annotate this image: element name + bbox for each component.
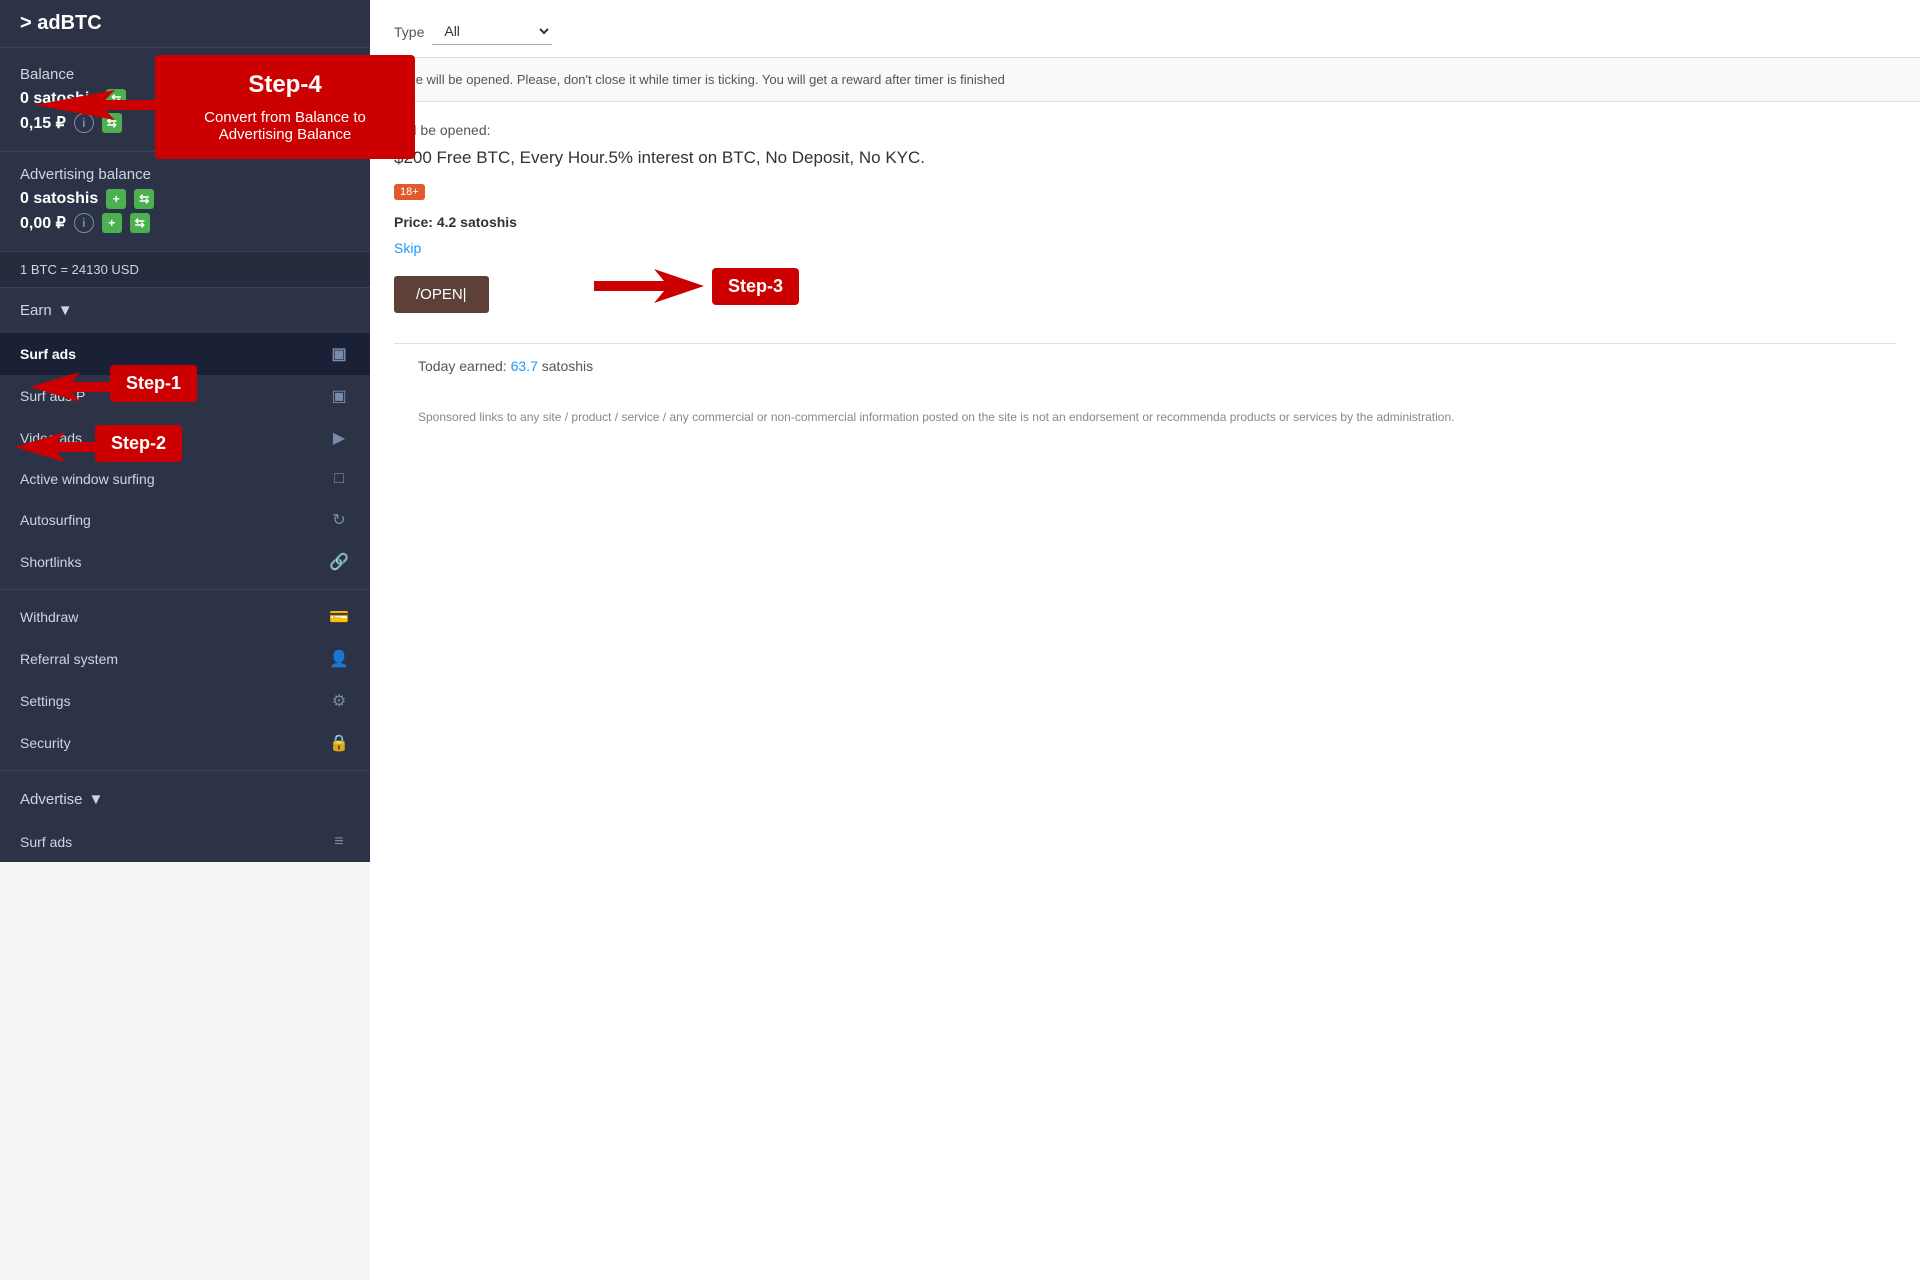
adv-balance-satoshis: 0 satoshis bbox=[20, 190, 98, 208]
earn-nav-section: Earn ▼ Surf ads ▣ Surf ads P ▣ Video ads… bbox=[0, 288, 370, 583]
adv-ruble-add-icon[interactable]: + bbox=[102, 213, 122, 233]
settings-label: Settings bbox=[20, 693, 328, 709]
surf-ads-p-label: Surf ads P bbox=[20, 388, 328, 404]
ad-title: $200 Free BTC, Every Hour.5% interest on… bbox=[394, 148, 1896, 168]
step3-badge: Step-3 bbox=[712, 268, 799, 305]
monitor-icon: ▣ bbox=[328, 344, 350, 364]
ad-info-banner: page will be opened. Please, don't close… bbox=[370, 58, 1920, 102]
btc-rate: 1 BTC = 24130 USD bbox=[0, 252, 370, 288]
sponsored-text: Sponsored links to any site / product / … bbox=[394, 388, 1896, 446]
active-window-label: Active window surfing bbox=[20, 471, 328, 487]
sidebar-item-withdraw[interactable]: Withdraw 💳 bbox=[0, 596, 370, 638]
earn-label: Earn bbox=[20, 302, 52, 319]
today-earned-amount: 63.7 bbox=[511, 358, 538, 374]
earn-menu-header[interactable]: Earn ▼ bbox=[0, 288, 370, 333]
today-earned-unit: satoshis bbox=[542, 358, 593, 374]
window-icon: □ bbox=[328, 470, 350, 488]
today-earned-section: Today earned: 63.7 satoshis bbox=[394, 343, 1896, 388]
price-row: Price: 4.2 satoshis bbox=[394, 214, 1896, 230]
sidebar-item-referral[interactable]: Referral system 👤 bbox=[0, 638, 370, 680]
security-label: Security bbox=[20, 735, 328, 751]
monitor2-icon: ▣ bbox=[328, 386, 350, 406]
balance-section: Balance 0 satoshis ⇆ 0,15 ₽ i ⇆ bbox=[0, 48, 370, 152]
advertise-surf-ads-label: Surf ads bbox=[20, 834, 328, 850]
adv-ruble-convert-icon[interactable]: ⇆ bbox=[130, 213, 150, 233]
step3-arrow bbox=[594, 261, 704, 311]
balance-rubles: 0,15 ₽ bbox=[20, 113, 66, 133]
withdraw-label: Withdraw bbox=[20, 609, 328, 625]
sidebar-item-autosurfing[interactable]: Autosurfing ↻ bbox=[0, 499, 370, 541]
advertising-balance-section: Advertising balance 0 satoshis + ⇆ 0,00 … bbox=[0, 152, 370, 252]
link-icon: 🔗 bbox=[328, 552, 350, 572]
price-label: Price: bbox=[394, 214, 433, 230]
autosurfing-label: Autosurfing bbox=[20, 512, 328, 528]
earn-chevron-icon: ▼ bbox=[58, 302, 73, 319]
sidebar-item-advertise-surf-ads[interactable]: Surf ads ≡ bbox=[0, 822, 370, 862]
adv-balance-add-icon[interactable]: + bbox=[106, 189, 126, 209]
wallet-icon: 💳 bbox=[328, 607, 350, 627]
balance-ruble-convert-icon[interactable]: ⇆ bbox=[102, 113, 122, 133]
refresh-icon: ↻ bbox=[328, 510, 350, 530]
sidebar-item-active-window[interactable]: Active window surfing □ bbox=[0, 459, 370, 499]
sidebar-item-surf-ads-p[interactable]: Surf ads P ▣ bbox=[0, 375, 370, 417]
balance-label: Balance bbox=[20, 66, 350, 83]
step3-annotation: Step-3 bbox=[594, 261, 799, 311]
type-label: Type bbox=[394, 24, 424, 40]
balance-convert-icon[interactable]: ⇆ bbox=[106, 89, 126, 109]
lock-icon: 🔒 bbox=[328, 733, 350, 753]
adv-balance-rubles: 0,00 ₽ bbox=[20, 213, 66, 233]
sidebar-item-shortlinks[interactable]: Shortlinks 🔗 bbox=[0, 541, 370, 583]
sidebar-item-video-ads[interactable]: Video ads ▶ bbox=[0, 417, 370, 459]
type-select[interactable]: All bbox=[432, 18, 552, 45]
adv-balance-convert-icon[interactable]: ⇆ bbox=[134, 189, 154, 209]
advertise-label: Advertise bbox=[20, 791, 83, 808]
today-earned-label: Today earned: bbox=[418, 358, 507, 374]
shortlinks-label: Shortlinks bbox=[20, 554, 328, 570]
advertise-chevron-icon: ▼ bbox=[89, 791, 104, 808]
surf-ads-label: Surf ads bbox=[20, 346, 328, 362]
balance-info-icon[interactable]: i bbox=[74, 113, 94, 133]
referral-label: Referral system bbox=[20, 651, 328, 667]
ad-content: Will be opened: $200 Free BTC, Every Hou… bbox=[370, 102, 1920, 466]
video-icon: ▶ bbox=[328, 428, 350, 448]
sidebar-item-surf-ads[interactable]: Surf ads ▣ bbox=[0, 333, 370, 375]
sidebar-item-security[interactable]: Security 🔒 bbox=[0, 722, 370, 764]
price-value: 4.2 satoshis bbox=[437, 214, 517, 230]
logo: > adBTC bbox=[0, 0, 370, 48]
main-header: Type All bbox=[370, 0, 1920, 58]
main-content: Type All page will be opened. Please, do… bbox=[370, 0, 1920, 1280]
list-icon: ≡ bbox=[328, 833, 350, 851]
divider2 bbox=[0, 770, 370, 771]
balance-satoshis: 0 satoshis bbox=[20, 90, 98, 108]
video-ads-label: Video ads bbox=[20, 430, 328, 446]
gear-icon: ⚙ bbox=[328, 691, 350, 711]
open-button[interactable]: /OPEN| bbox=[394, 276, 489, 313]
age-badge: 18+ bbox=[394, 184, 425, 200]
info-banner-text: page will be opened. Please, don't close… bbox=[394, 72, 1005, 87]
adv-balance-label: Advertising balance bbox=[20, 166, 350, 183]
will-be-opened-label: Will be opened: bbox=[394, 122, 1896, 138]
sidebar-item-settings[interactable]: Settings ⚙ bbox=[0, 680, 370, 722]
adv-ruble-info-icon[interactable]: i bbox=[74, 213, 94, 233]
user-icon: 👤 bbox=[328, 649, 350, 669]
open-btn-container: /OPEN| Step-3 bbox=[394, 276, 1896, 313]
skip-link[interactable]: Skip bbox=[394, 240, 1896, 256]
divider1 bbox=[0, 589, 370, 590]
advertise-menu-header[interactable]: Advertise ▼ bbox=[0, 777, 370, 822]
